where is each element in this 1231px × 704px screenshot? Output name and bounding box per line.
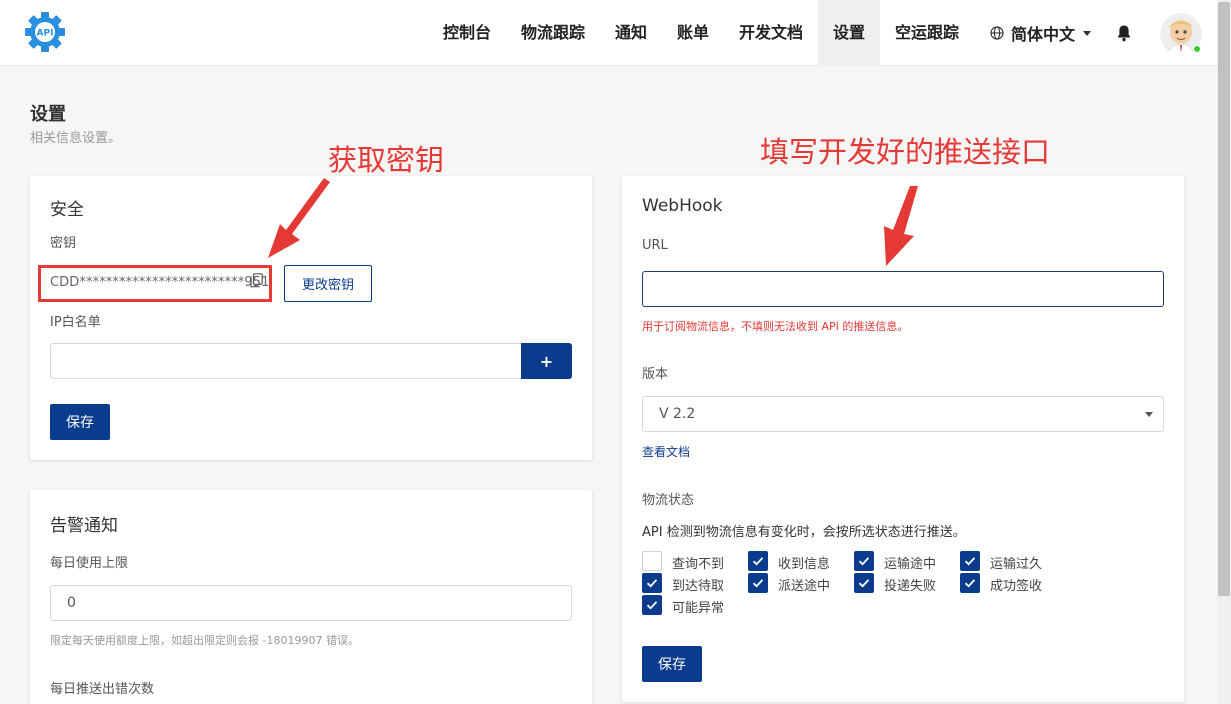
view-docs-link[interactable]: 查看文档 bbox=[642, 443, 690, 460]
page-scrollbar-thumb[interactable] bbox=[1218, 2, 1230, 596]
chevron-down-icon bbox=[1145, 412, 1153, 417]
add-ip-button[interactable]: + bbox=[521, 343, 572, 379]
nav-dev-docs[interactable]: 开发文档 bbox=[728, 0, 814, 66]
language-label: 简体中文 bbox=[1011, 25, 1076, 44]
status-checkbox-label: 投递失败 bbox=[884, 579, 937, 594]
status-checkbox[interactable] bbox=[642, 551, 662, 571]
nav-billing[interactable]: 账单 bbox=[666, 0, 720, 66]
daily-limit-hint: 限定每天使用额度上限，如超出限定则会报 -18019907 错误。 bbox=[50, 634, 359, 647]
logo-gear-icon[interactable]: API bbox=[24, 11, 66, 53]
language-selector[interactable]: 简体中文 bbox=[990, 0, 1092, 66]
daily-push-error-label: 每日推送出错次数 bbox=[50, 682, 155, 697]
globe-icon bbox=[990, 26, 1004, 40]
logo-text: API bbox=[37, 29, 54, 39]
check-icon bbox=[858, 557, 870, 566]
status-checkbox-label: 成功签收 bbox=[990, 579, 1043, 594]
nav-air-tracking[interactable]: 空运跟踪 bbox=[886, 0, 968, 66]
status-checkbox[interactable] bbox=[642, 573, 662, 593]
status-checkbox-label: 运输过久 bbox=[990, 557, 1043, 572]
webhook-url-hint: 用于订阅物流信息，不填则无法收到 API 的推送信息。 bbox=[642, 320, 909, 333]
security-save-button[interactable]: 保存 bbox=[50, 404, 110, 440]
status-checkbox[interactable] bbox=[854, 551, 874, 571]
webhook-save-button[interactable]: 保存 bbox=[642, 646, 702, 682]
daily-limit-label: 每日使用上限 bbox=[50, 556, 129, 571]
check-icon bbox=[858, 579, 870, 588]
nav-notifications[interactable]: 通知 bbox=[604, 0, 658, 66]
check-icon bbox=[964, 579, 976, 588]
annotation-arrow-right bbox=[884, 186, 918, 266]
status-checkbox-label: 收到信息 bbox=[778, 557, 831, 572]
webhook-url-input[interactable] bbox=[642, 271, 1164, 307]
nav-logistics-tracking[interactable]: 物流跟踪 bbox=[512, 0, 594, 66]
security-title: 安全 bbox=[50, 200, 84, 220]
logistics-status-description: API 检测到物流信息有变化时，会按所选状态进行推送。 bbox=[642, 525, 966, 540]
status-checkbox[interactable] bbox=[748, 551, 768, 571]
status-checkbox[interactable] bbox=[960, 573, 980, 593]
page-title: 设置 bbox=[30, 104, 66, 125]
status-checkbox-label: 运输途中 bbox=[884, 557, 937, 572]
daily-limit-input[interactable]: 0 bbox=[50, 585, 572, 621]
status-checkbox[interactable] bbox=[748, 573, 768, 593]
change-secret-button[interactable]: 更改密钥 bbox=[284, 265, 372, 302]
logistics-status-label: 物流状态 bbox=[642, 493, 695, 508]
check-icon bbox=[646, 579, 658, 588]
secret-key-label: 密钥 bbox=[50, 236, 77, 251]
status-checkbox-label: 查询不到 bbox=[672, 557, 725, 572]
check-icon bbox=[964, 557, 976, 566]
online-status-dot bbox=[1193, 45, 1201, 53]
nav-dashboard[interactable]: 控制台 bbox=[432, 0, 502, 66]
status-checkbox[interactable] bbox=[642, 595, 662, 615]
check-icon bbox=[646, 601, 658, 610]
status-checkbox-label: 到达待取 bbox=[672, 579, 725, 594]
status-checkbox-label: 派送途中 bbox=[778, 579, 831, 594]
webhook-url-label: URL bbox=[642, 238, 668, 253]
check-icon bbox=[752, 557, 764, 566]
webhook-title: WebHook bbox=[642, 196, 723, 216]
secret-key-highlight bbox=[38, 265, 272, 302]
chevron-down-icon bbox=[1083, 30, 1092, 36]
annotation-fill-push-url: 填写开发好的推送接口 bbox=[760, 135, 1051, 169]
check-icon bbox=[752, 579, 764, 588]
ip-whitelist-input[interactable] bbox=[50, 343, 522, 379]
ip-whitelist-label: IP白名单 bbox=[50, 315, 101, 330]
version-label: 版本 bbox=[642, 367, 669, 382]
nav-settings[interactable]: 设置 bbox=[818, 0, 880, 66]
version-select[interactable]: V 2.2 bbox=[642, 396, 1164, 432]
alert-notification-title: 告警通知 bbox=[50, 516, 118, 536]
status-checkbox[interactable] bbox=[960, 551, 980, 571]
annotation-arrow-left bbox=[268, 178, 330, 258]
annotation-get-secret: 获取密钥 bbox=[328, 143, 445, 177]
page-subtitle: 相关信息设置。 bbox=[30, 131, 122, 146]
status-checkbox[interactable] bbox=[854, 573, 874, 593]
bell-icon[interactable] bbox=[1116, 24, 1132, 42]
status-checkbox-label: 可能异常 bbox=[672, 601, 725, 616]
